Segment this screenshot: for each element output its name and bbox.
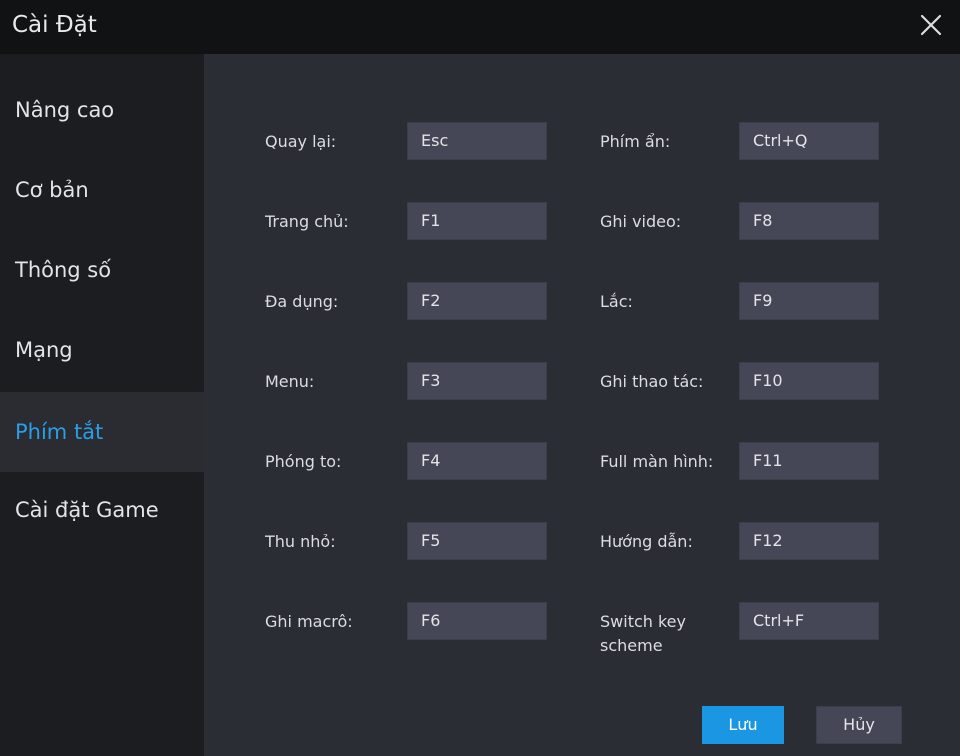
shortcut-label: Trang chủ:: [265, 212, 349, 231]
sidebar-item-label: Nâng cao: [15, 98, 115, 122]
shortcut-key-zoom-in[interactable]: F4: [407, 442, 547, 480]
sidebar-item-advanced[interactable]: Nâng cao: [0, 70, 204, 150]
sidebar-item-label: Phím tắt: [15, 420, 104, 444]
sidebar-item-label: Mạng: [15, 338, 73, 362]
shortcut-label: Lắc:: [600, 292, 633, 311]
shortcut-key-zoom-out[interactable]: F5: [407, 522, 547, 560]
shortcut-key-macro[interactable]: F6: [407, 602, 547, 640]
shortcut-label: Thu nhỏ:: [265, 532, 336, 551]
shortcut-key-record-video[interactable]: F8: [739, 202, 879, 240]
shortcut-label: Full màn hình:: [600, 452, 714, 471]
sidebar: Nâng cao Cơ bản Thông số Mạng Phím tắt C…: [0, 54, 204, 756]
sidebar-item-network[interactable]: Mạng: [0, 310, 204, 390]
shortcut-key-shake[interactable]: F9: [739, 282, 879, 320]
sidebar-item-label: Cơ bản: [15, 178, 89, 202]
window-title: Cài Đặt: [12, 12, 97, 38]
shortcut-label: Đa dụng:: [265, 292, 339, 311]
shortcut-label: Quay lại:: [265, 132, 337, 151]
shortcut-key-home[interactable]: F1: [407, 202, 547, 240]
close-button[interactable]: [914, 9, 948, 43]
save-button[interactable]: Lưu: [702, 706, 784, 744]
shortcut-label: Ghi video:: [600, 212, 682, 231]
shortcut-label: Ghi thao tác:: [600, 372, 704, 391]
sidebar-item-label: Cài đặt Game: [15, 498, 159, 522]
shortcut-label: Phóng to:: [265, 452, 342, 471]
shortcut-key-switch-scheme[interactable]: Ctrl+F: [739, 602, 879, 640]
sidebar-item-game-settings[interactable]: Cài đặt Game: [0, 470, 204, 550]
shortcut-label: Ghi macrô:: [265, 612, 353, 631]
sidebar-item-parameters[interactable]: Thông số: [0, 230, 204, 310]
shortcut-key-multitask[interactable]: F2: [407, 282, 547, 320]
shortcut-label: Hướng dẫn:: [600, 532, 693, 551]
settings-window: Cài Đặt Nâng cao Cơ bản Thông số Mạng Ph…: [0, 0, 960, 756]
shortcut-key-record-actions[interactable]: F10: [739, 362, 879, 400]
shortcut-label: Switch key scheme: [600, 612, 686, 655]
shortcut-label: Menu:: [265, 372, 315, 391]
close-icon: [920, 14, 942, 36]
shortcut-label: Phím ẩn:: [600, 132, 671, 151]
sidebar-item-shortcuts[interactable]: Phím tắt: [0, 392, 204, 472]
cancel-button[interactable]: Hủy: [816, 706, 902, 744]
shortcut-key-fullscreen[interactable]: F11: [739, 442, 879, 480]
title-bar: Cài Đặt: [0, 0, 960, 54]
sidebar-item-label: Thông số: [15, 258, 112, 282]
shortcut-key-guide[interactable]: F12: [739, 522, 879, 560]
sidebar-item-basic[interactable]: Cơ bản: [0, 150, 204, 230]
shortcut-key-menu[interactable]: F3: [407, 362, 547, 400]
shortcut-key-hide[interactable]: Ctrl+Q: [739, 122, 879, 160]
shortcut-key-back[interactable]: Esc: [407, 122, 547, 160]
